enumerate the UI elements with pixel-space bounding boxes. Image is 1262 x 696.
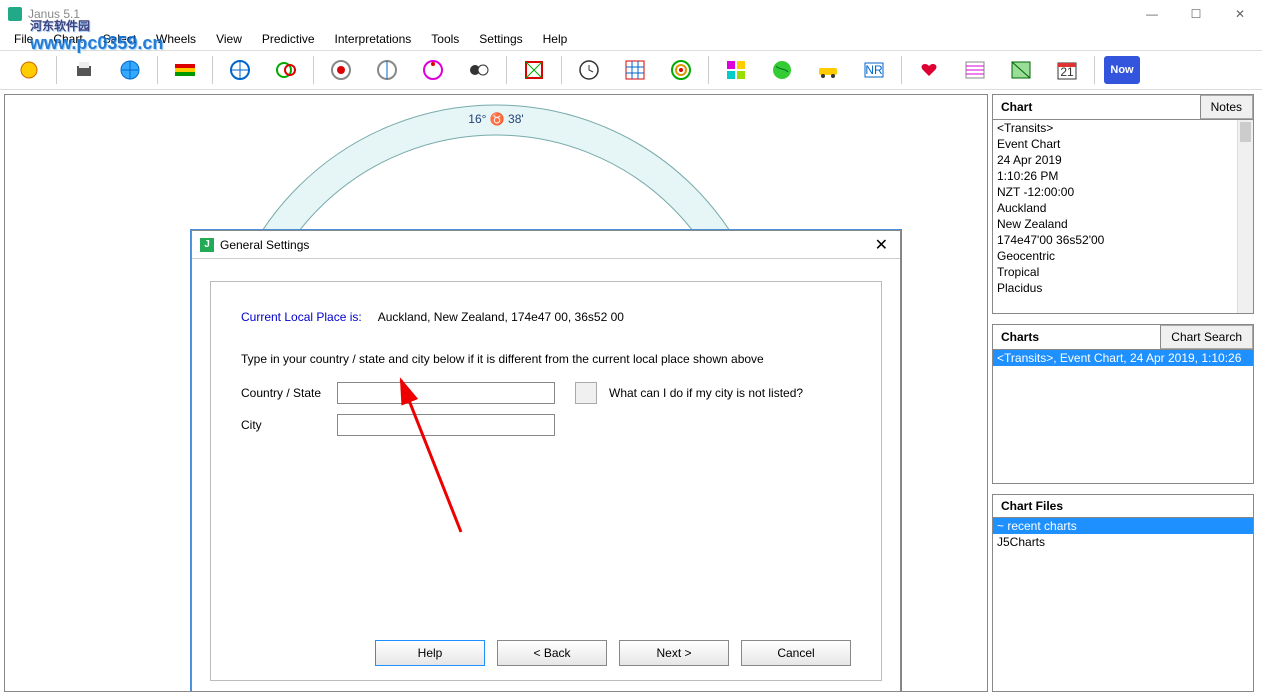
chart-info-line: <Transits> — [993, 120, 1253, 136]
chart-search-button[interactable]: Chart Search — [1160, 325, 1253, 349]
close-button[interactable]: ✕ — [1218, 0, 1262, 28]
menu-help[interactable]: Help — [533, 30, 578, 48]
new-chart-icon[interactable] — [11, 56, 47, 84]
chart-info-line: NZT -12:00:00 — [993, 184, 1253, 200]
toolbar: NR 21 Now — [0, 50, 1262, 90]
wheel2-icon[interactable] — [268, 56, 304, 84]
flags-icon[interactable] — [167, 56, 203, 84]
grid2-icon[interactable] — [1003, 56, 1039, 84]
svg-text:NR: NR — [865, 63, 883, 77]
back-button[interactable]: < Back — [497, 640, 607, 666]
chart-info-line: 174e47'00 36s52'00 — [993, 232, 1253, 248]
minimize-button[interactable]: — — [1130, 0, 1174, 28]
charts-list-item[interactable]: <Transits>, Event Chart, 24 Apr 2019, 1:… — [993, 350, 1253, 366]
chart-files-item[interactable]: ~ recent charts — [993, 518, 1253, 534]
wheel4-icon[interactable] — [369, 56, 405, 84]
menu-interpretations[interactable]: Interpretations — [325, 30, 422, 48]
city-label: City — [241, 418, 337, 432]
charts-panel-title: Charts — [993, 326, 1160, 348]
print-icon[interactable] — [66, 56, 102, 84]
globe-icon[interactable] — [764, 56, 800, 84]
chart-files-item[interactable]: J5Charts — [993, 534, 1253, 550]
city-input[interactable] — [337, 414, 555, 436]
calendar-icon[interactable]: 21 — [1049, 56, 1085, 84]
app-icon — [8, 7, 22, 21]
chart-info-line: Placidus — [993, 280, 1253, 296]
window-title: Janus 5.1 — [28, 7, 80, 21]
car-icon[interactable] — [810, 56, 846, 84]
grid-icon[interactable] — [617, 56, 653, 84]
chart-files-list[interactable]: ~ recent charts J5Charts — [993, 518, 1253, 691]
square-icon[interactable] — [516, 56, 552, 84]
notes-button[interactable]: Notes — [1200, 95, 1253, 119]
not-listed-text: What can I do if my city is not listed? — [609, 386, 803, 400]
menu-settings[interactable]: Settings — [469, 30, 532, 48]
chart-info-list: <Transits> Event Chart 24 Apr 2019 1:10:… — [993, 120, 1253, 313]
dialog-title-text: General Settings — [220, 238, 309, 252]
clock-icon[interactable] — [571, 56, 607, 84]
menu-bar: File Chart Select Wheels View Predictive… — [0, 28, 1262, 50]
maximize-button[interactable]: ☐ — [1174, 0, 1218, 28]
chart-files-panel-title: Chart Files — [993, 495, 1253, 517]
svg-text:21: 21 — [1060, 65, 1074, 79]
chart-info-line: Auckland — [993, 200, 1253, 216]
wheel3-icon[interactable] — [323, 56, 359, 84]
nr-icon[interactable]: NR — [856, 56, 892, 84]
svg-text:16° ♉ 38': 16° ♉ 38' — [468, 112, 523, 126]
main-chart-area: 16° ♉ 38' 16° ♏ 38' 17° 13' 09° 57' ♎ ♐ … — [4, 94, 988, 692]
menu-chart[interactable]: Chart — [43, 30, 92, 48]
chart-panel-title: Chart — [993, 96, 1200, 118]
scrollbar[interactable] — [1237, 120, 1253, 313]
menu-predictive[interactable]: Predictive — [252, 30, 325, 48]
tile-icon[interactable] — [718, 56, 754, 84]
menu-select[interactable]: Select — [93, 30, 146, 48]
cancel-button[interactable]: Cancel — [741, 640, 851, 666]
moon-icon[interactable] — [461, 56, 497, 84]
chart-info-line: Event Chart — [993, 136, 1253, 152]
chart-info-line: Tropical — [993, 264, 1253, 280]
chart-info-line: 24 Apr 2019 — [993, 152, 1253, 168]
now-icon[interactable]: Now — [1104, 56, 1140, 84]
chart-info-line: Geocentric — [993, 248, 1253, 264]
target-icon[interactable] — [663, 56, 699, 84]
world-icon[interactable] — [112, 56, 148, 84]
next-button[interactable]: Next > — [619, 640, 729, 666]
charts-list[interactable]: <Transits>, Event Chart, 24 Apr 2019, 1:… — [993, 350, 1253, 483]
dialog-close-button[interactable]: ✕ — [871, 235, 892, 255]
dialog-icon: J — [200, 238, 214, 252]
country-input[interactable] — [337, 382, 555, 404]
chart-info-line: 1:10:26 PM — [993, 168, 1253, 184]
menu-wheels[interactable]: Wheels — [146, 30, 206, 48]
general-settings-dialog: J General Settings ✕ Current Local Place… — [191, 230, 901, 692]
menu-view[interactable]: View — [206, 30, 252, 48]
chart-info-line: New Zealand — [993, 216, 1253, 232]
local-place-value: Auckland, New Zealand, 174e47 00, 36s52 … — [378, 310, 624, 324]
local-place-label: Current Local Place is: — [241, 310, 362, 324]
table-icon[interactable] — [957, 56, 993, 84]
wheel5-icon[interactable] — [415, 56, 451, 84]
hearts-icon[interactable] — [911, 56, 947, 84]
not-listed-checkbox[interactable] — [575, 382, 597, 404]
help-button[interactable]: Help — [375, 640, 485, 666]
menu-file[interactable]: File — [4, 30, 43, 48]
menu-tools[interactable]: Tools — [421, 30, 469, 48]
instruction-text: Type in your country / state and city be… — [241, 352, 851, 366]
wheel1-icon[interactable] — [222, 56, 258, 84]
country-label: Country / State — [241, 386, 337, 400]
